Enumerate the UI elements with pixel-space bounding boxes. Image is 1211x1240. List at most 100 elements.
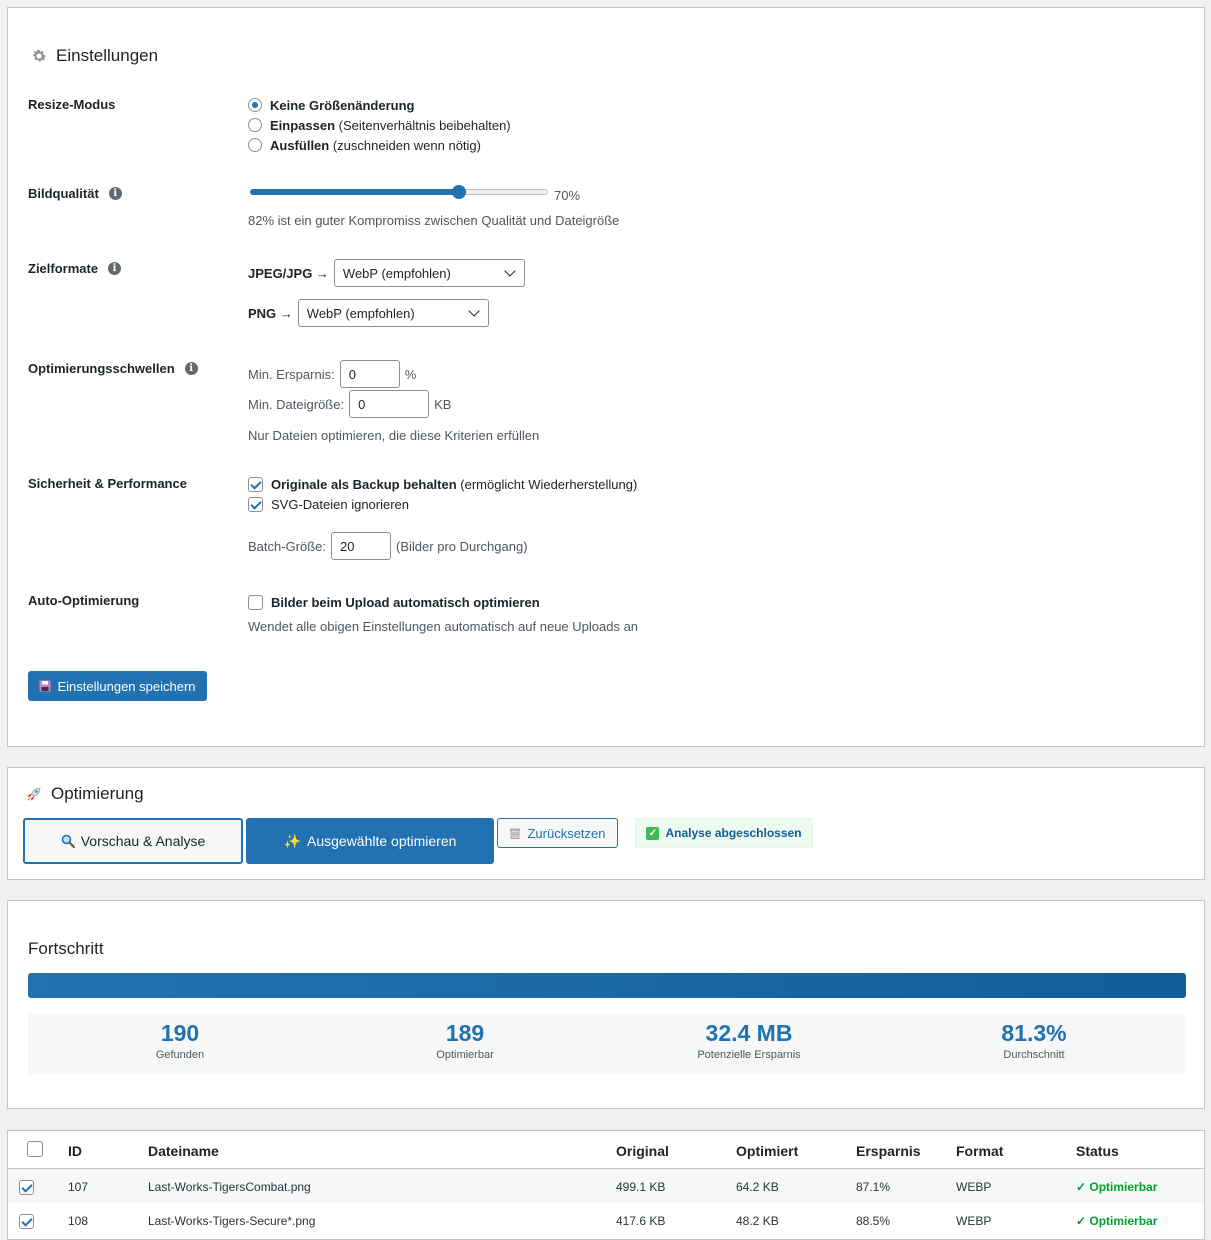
row-format: WEBP	[956, 1214, 992, 1228]
select-all-checkbox[interactable]	[27, 1141, 43, 1157]
stat-average: 81.3% Durchschnitt	[892, 1014, 1176, 1061]
row-savings: 87.1%	[856, 1180, 891, 1194]
header-id[interactable]: ID	[68, 1143, 82, 1159]
header-format[interactable]: Format	[956, 1143, 1003, 1159]
jpeg-format-select[interactable]: WebP (empfohlen)	[333, 259, 525, 287]
min-savings-unit: %	[404, 366, 417, 382]
optimize-selected-label: Ausgewählte optimieren	[307, 833, 457, 849]
thresholds-label-text: Optimierungsschwellen	[28, 361, 175, 376]
progress-title: Fortschritt	[28, 939, 104, 958]
stat-optimizable-value: 189	[445, 1020, 485, 1046]
auto-option[interactable]: Bilder beim Upload automatisch optimiere…	[248, 592, 540, 612]
min-savings-row: Min. Ersparnis: 0 %	[248, 360, 416, 388]
backup-option[interactable]: Originale als Backup behalten (ermöglich…	[248, 474, 637, 494]
row-original: 417.6 KB	[616, 1214, 666, 1228]
results-table: ID Dateiname Original Optimiert Ersparni…	[7, 1130, 1205, 1240]
chevron-down-icon	[504, 265, 516, 277]
min-savings-value: 0	[348, 366, 356, 382]
header-optimized[interactable]: Optimiert	[736, 1143, 798, 1159]
settings-heading: Einstellungen	[30, 46, 158, 66]
progress-bar	[28, 973, 1186, 998]
info-icon[interactable]: i	[184, 362, 198, 375]
svg-option[interactable]: SVG-Dateien ignorieren	[248, 494, 637, 514]
header-filename[interactable]: Dateiname	[148, 1143, 219, 1159]
formats-label-text: Zielformate	[28, 261, 99, 276]
resize-option-none[interactable]: Keine Größenänderung	[248, 95, 511, 115]
min-size-value: 0	[358, 396, 366, 412]
resize-option-fit[interactable]: Einpassen (Seitenverhältnis beibehalten)	[248, 115, 511, 135]
jpeg-label: JPEG/JPG →	[248, 265, 329, 281]
row-optimized: 64.2 KB	[736, 1180, 779, 1194]
optimize-selected-button[interactable]: ✨ Ausgewählte optimieren	[246, 818, 494, 864]
auto-option-line[interactable]: Bilder beim Upload automatisch optimiere…	[248, 592, 540, 612]
header-original[interactable]: Original	[616, 1143, 669, 1159]
progress-bar-fill	[28, 973, 1186, 998]
min-savings-input[interactable]: 0	[339, 360, 400, 388]
row-checkbox[interactable]	[19, 1214, 34, 1229]
stat-average-label: Durchschnitt	[1003, 1049, 1065, 1061]
stat-average-value: 81.3%	[1001, 1020, 1067, 1046]
backup-desc: (ermöglicht Wiederherstellung)	[456, 476, 638, 492]
info-icon[interactable]: i	[108, 262, 122, 275]
backup-checkbox[interactable]	[248, 476, 263, 492]
safety-label-text: Sicherheit & Performance	[28, 476, 187, 491]
resize-mode-options: Keine Größenänderung Einpassen (Seitenve…	[248, 95, 511, 155]
save-settings-button[interactable]: Einstellungen speichern	[28, 671, 207, 701]
settings-card: Einstellungen Resize-Modus Keine Größenä…	[7, 7, 1205, 747]
table-row[interactable]: 108 Last-Works-Tigers-Secure*.png 417.6 …	[8, 1203, 1204, 1237]
batch-size-input[interactable]: 20	[331, 532, 392, 560]
batch-size-value: 20	[340, 538, 355, 554]
row-checkbox[interactable]	[19, 1180, 34, 1195]
radio-fit[interactable]	[248, 118, 262, 132]
row-optimized: 48.2 KB	[736, 1214, 779, 1228]
row-id: 107	[68, 1180, 89, 1194]
jpeg-format-value: WebP (empfohlen)	[342, 265, 451, 281]
auto-label-text: Auto-Optimierung	[28, 593, 140, 608]
stat-found-label: Gefunden	[155, 1049, 205, 1061]
row-savings: 88.5%	[856, 1214, 891, 1228]
table-row[interactable]: 107 Last-Works-TigersCombat.png 499.1 KB…	[8, 1169, 1204, 1203]
reset-label: Zurücksetzen	[527, 825, 606, 841]
status-label: Analyse abgeschlossen	[665, 826, 802, 840]
row-status: ✓ Optimierbar	[1076, 1214, 1158, 1228]
min-size-label: Min. Dateigröße:	[248, 396, 345, 412]
svg-label: SVG-Dateien ignorieren	[271, 496, 410, 512]
png-format-select[interactable]: WebP (empfohlen)	[297, 299, 489, 327]
resize-mode-label: Resize-Modus	[28, 97, 115, 112]
stat-savings-value: 32.4 MB	[705, 1020, 793, 1046]
stat-optimizable-label: Optimierbar	[436, 1049, 494, 1061]
progress-card: Fortschritt 190 Gefunden 189 Optimierbar…	[7, 900, 1205, 1109]
batch-size-unit: (Bilder pro Durchgang)	[396, 538, 528, 554]
optimization-heading: Optimierung	[25, 784, 144, 804]
preview-analyze-label: Vorschau & Analyse	[80, 833, 206, 849]
png-format-row: PNG → WebP (empfohlen)	[248, 299, 489, 327]
preview-analyze-button[interactable]: Vorschau & Analyse	[23, 818, 243, 864]
row-status: ✓ Optimierbar	[1076, 1180, 1158, 1194]
resize-option-fill[interactable]: Ausfüllen (zuschneiden wenn nötig)	[248, 135, 511, 155]
header-status[interactable]: Status	[1076, 1143, 1119, 1159]
row-filename: Last-Works-TigersCombat.png	[148, 1180, 311, 1194]
optimization-card: Optimierung Vorschau & Analyse ✨ Ausgewä…	[7, 767, 1205, 880]
radio-fill[interactable]	[248, 138, 262, 152]
gear-icon	[30, 47, 48, 65]
resize-option-fit-text: Einpassen (Seitenverhältnis beibehalten)	[270, 118, 511, 133]
slider-thumb[interactable]	[452, 185, 466, 199]
quality-hint: 82% ist ein guter Kompromiss zwischen Qu…	[248, 213, 620, 228]
svg-checkbox[interactable]	[248, 496, 263, 512]
header-savings[interactable]: Ersparnis	[856, 1143, 921, 1159]
resize-option-fit-desc: (Seitenverhältnis beibehalten)	[335, 117, 511, 133]
optimization-title: Optimierung	[51, 784, 144, 803]
stat-savings: 32.4 MB Potenzielle Ersparnis	[607, 1014, 891, 1061]
backup-label: Originale als Backup behalten	[271, 476, 457, 492]
png-label: PNG →	[248, 305, 293, 321]
reset-button[interactable]: Zurücksetzen	[497, 818, 618, 848]
trash-icon	[509, 827, 521, 839]
settings-title: Einstellungen	[56, 46, 159, 65]
info-icon[interactable]: i	[108, 187, 122, 200]
radio-none[interactable]	[248, 98, 262, 112]
quality-slider-row: 70%	[248, 184, 668, 208]
min-size-input[interactable]: 0	[349, 390, 430, 418]
search-icon	[61, 834, 75, 848]
auto-checkbox[interactable]	[248, 594, 263, 610]
quality-slider[interactable]	[250, 185, 548, 199]
